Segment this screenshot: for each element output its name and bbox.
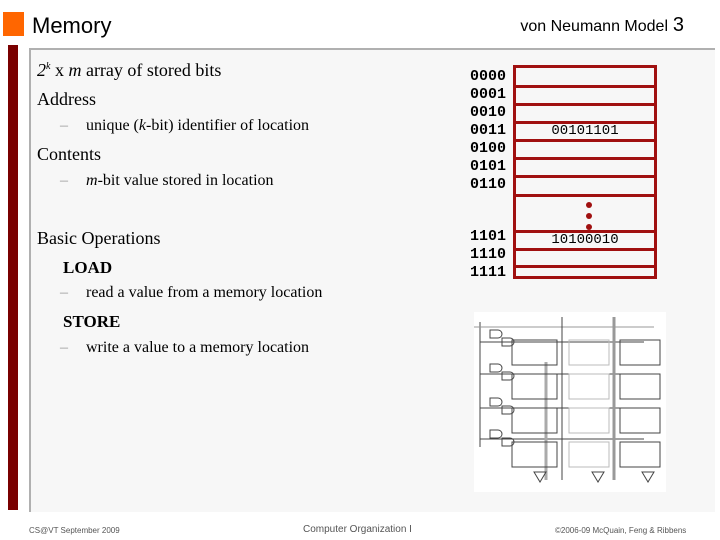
store-description: – write a value to a memory location [60, 339, 309, 357]
memory-ellipsis-cell [516, 197, 654, 233]
footer-right: ©2006-09 McQuain, Feng & Ribbens [555, 526, 687, 535]
title-accent-square [3, 12, 24, 36]
memory-cell [516, 178, 654, 197]
memory-cell [516, 268, 654, 283]
m-label: m [68, 60, 82, 80]
memory-cell [516, 88, 654, 106]
memory-cell-block [619, 373, 661, 400]
memory-cell-block [511, 407, 558, 434]
store-label: STORE [63, 312, 121, 331]
store-text: write a value to a memory location [86, 339, 310, 356]
memory-cell [516, 68, 654, 88]
load-description: – read a value from a memory location [60, 284, 322, 302]
memory-cell: 10100010 [516, 233, 654, 251]
contents-heading: Contents [37, 144, 102, 164]
memory-cell-block [511, 339, 558, 366]
array-definition: 2k x m array of stored bits [37, 60, 221, 81]
page-number: 3 [672, 14, 684, 36]
array-rest: array of stored bits [81, 60, 222, 80]
memory-cell-block [619, 407, 661, 434]
address-description: – unique (k-bit) identifier of location [60, 117, 309, 135]
address-label: 1110 [470, 246, 507, 263]
memory-cell: 00101101 [516, 124, 654, 142]
footer-center: Computer Organization I [303, 524, 412, 535]
memory-cell-block [568, 373, 610, 400]
address-label: 0101 [470, 158, 507, 175]
dash: – [60, 284, 68, 301]
x-label: x [50, 60, 69, 80]
dash: – [60, 339, 68, 356]
address-label: 0100 [470, 140, 507, 157]
memory-circuit-diagram [474, 312, 666, 492]
memory-cell [516, 142, 654, 160]
contents-description: – m-bit value stored in location [60, 172, 274, 190]
memory-cell [516, 106, 654, 124]
and-gate [489, 429, 515, 447]
address-label: 1101 [470, 228, 507, 245]
and-gate [489, 329, 515, 347]
and-gate [489, 363, 515, 381]
address-label: 0110 [470, 176, 507, 193]
address-label: 0010 [470, 104, 507, 121]
m-italic: m [86, 172, 98, 189]
slide-subtitle: von Neumann Model [520, 18, 668, 35]
basic-operations-heading: Basic Operations [37, 228, 161, 248]
and-gate [489, 397, 515, 415]
memory-cell-block [619, 339, 661, 366]
load-label: LOAD [63, 258, 113, 277]
k-italic: k [138, 117, 146, 134]
dash: – [60, 172, 68, 189]
slide-title: Memory [32, 13, 112, 38]
memory-cell-block [568, 441, 610, 468]
memory-cell-block [568, 407, 610, 434]
output-gate [533, 471, 655, 483]
contents-text: -bit value stored in location [97, 172, 274, 189]
memory-cell [516, 251, 654, 268]
ellipsis-dot [586, 224, 592, 230]
address-label: 1111 [470, 264, 507, 281]
footer-left: CS@VT September 2009 [29, 526, 120, 535]
address-heading: Address [37, 89, 96, 109]
address-label: 0000 [470, 68, 507, 85]
memory-cell-block [511, 373, 558, 400]
two-label: 2 [37, 60, 46, 80]
address-label: 0001 [470, 86, 507, 103]
load-text: read a value from a memory location [86, 284, 323, 301]
memory-cell-block [568, 339, 610, 366]
ellipsis-dot [586, 202, 592, 208]
memory-cell-block [511, 441, 558, 468]
dash: – [60, 117, 68, 134]
ellipsis-dot [586, 213, 592, 219]
sidebar-accent-bar [8, 45, 18, 510]
address-text-1: unique ( [86, 117, 139, 134]
address-text-2: -bit) identifier of location [145, 117, 310, 134]
memory-array: 00101101 10100010 [513, 65, 657, 279]
memory-cell-block [619, 441, 661, 468]
memory-cell [516, 160, 654, 178]
address-label: 0011 [470, 122, 507, 139]
